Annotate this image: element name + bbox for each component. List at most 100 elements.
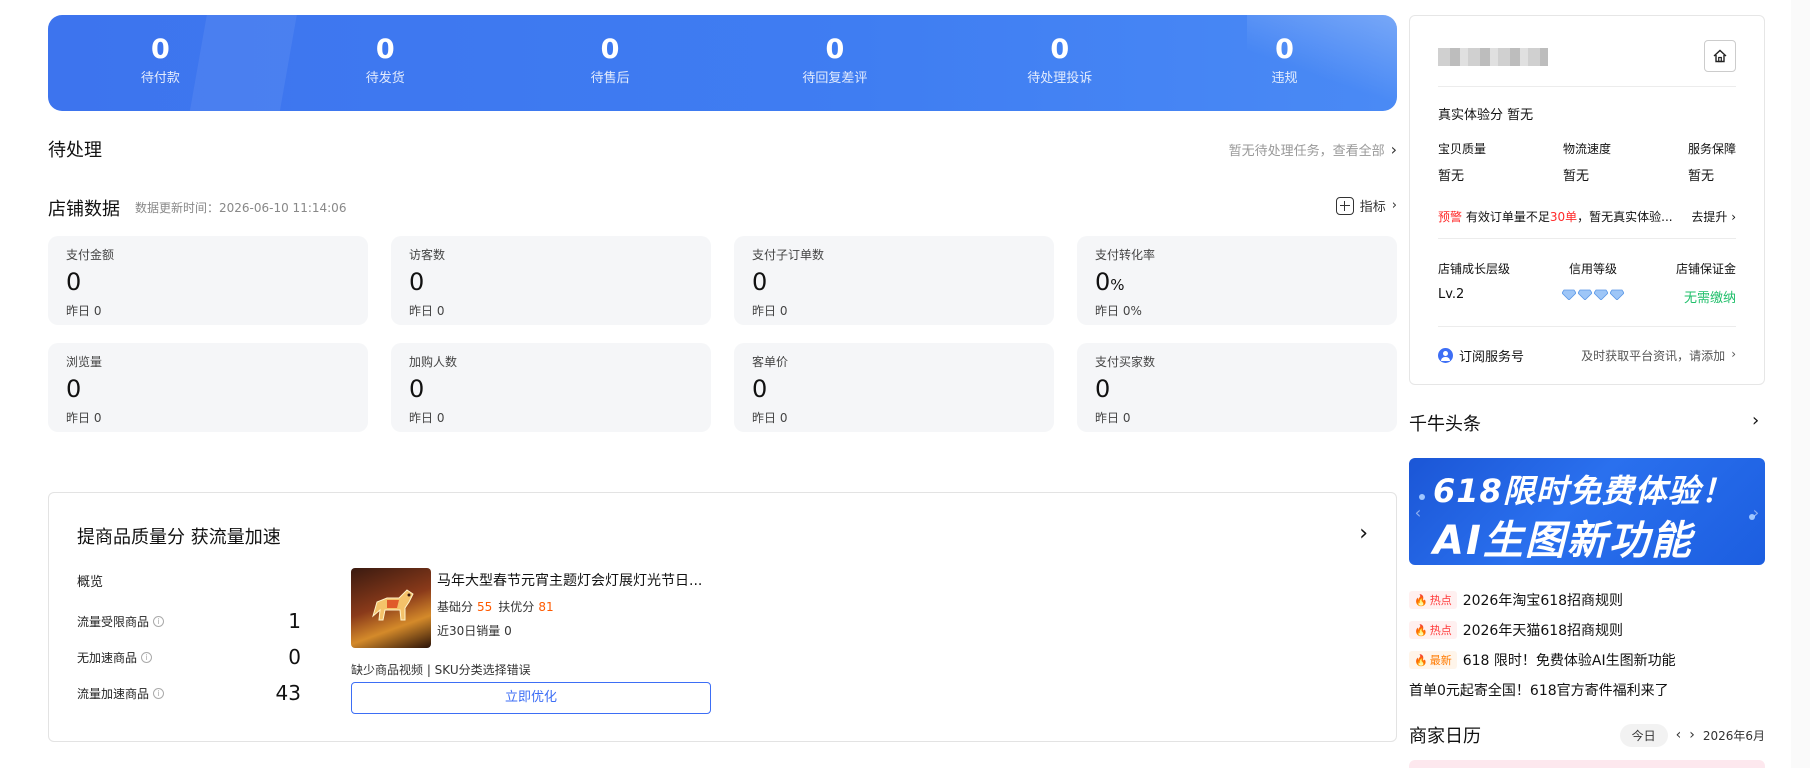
- product-thumbnail[interactable]: [351, 568, 431, 648]
- product-name[interactable]: 马年大型春节元宵主题灯会灯展灯光节日...: [437, 570, 737, 590]
- calendar-body-peek: [1409, 760, 1765, 768]
- quality-row-value: 1: [288, 609, 301, 633]
- quality-score-col: 宝贝质量 暂无: [1438, 140, 1486, 184]
- chevron-right-icon[interactable]: ›: [1749, 498, 1763, 528]
- level-label: 店铺成长层级: [1438, 262, 1511, 276]
- todo-view-all-link[interactable]: 暂无待处理任务，查看全部 ›: [1229, 140, 1397, 159]
- metric-unit: %: [1110, 276, 1125, 294]
- news-list: 🔥 热点 2026年淘宝618招商规则 🔥 热点 2026年天猫618招商规则 🔥 最…: [1409, 585, 1765, 705]
- level-label: 信用等级: [1568, 262, 1617, 276]
- metric-label: 支付金额: [66, 248, 115, 262]
- metric-label: 访客数: [409, 248, 446, 262]
- metric-card-page-views[interactable]: 浏览量 0 昨日 0: [48, 343, 368, 432]
- calendar-title: 商家日历: [1409, 726, 1481, 747]
- score-label: 宝贝质量: [1438, 142, 1487, 156]
- level-value: 无需缴纳: [1683, 291, 1736, 306]
- metric-yesterday: 昨日 0: [66, 304, 102, 318]
- shop-name-blurred: [1438, 48, 1548, 66]
- metric-card-avg-order-value[interactable]: 客单价 0 昨日 0: [734, 343, 1054, 432]
- stat-label: 待处理投诉: [1027, 71, 1093, 86]
- news-text: 2026年淘宝618招商规则: [1462, 593, 1624, 609]
- improve-label: 去提升: [1691, 210, 1728, 224]
- chevron-right-icon[interactable]: ›: [1359, 521, 1368, 546]
- metric-card-add-to-cart[interactable]: 加购人数 0 昨日 0: [391, 343, 711, 432]
- chevron-left-icon[interactable]: ‹: [1411, 498, 1425, 528]
- subscribe-service-row[interactable]: 订阅服务号 及时获取平台资讯，请添加 ›: [1438, 346, 1736, 365]
- quality-row-label: 无加速商品: [77, 650, 138, 665]
- news-item[interactable]: 🔥 热点 2026年淘宝618招商规则: [1409, 585, 1765, 615]
- warning-notice: 预警 有效订单量不足30单，暂无真实体验... 去提升 ›: [1438, 208, 1736, 225]
- news-item[interactable]: 🔥 最新 618 限时！免费体验AI生图新功能: [1409, 645, 1765, 675]
- news-banner[interactable]: ‹ › 618限时免费体验！ AI生图新功能: [1409, 458, 1765, 565]
- metric-card-conversion-rate[interactable]: 支付转化率 0% 昨日 0%: [1077, 236, 1397, 325]
- metric-value: 0: [1095, 375, 1111, 403]
- metric-yesterday: 昨日 0: [409, 411, 445, 425]
- support-score-label: 扶优分: [498, 600, 535, 614]
- metric-card-visitors[interactable]: 访客数 0 昨日 0: [391, 236, 711, 325]
- lantern-horse-image: [372, 589, 414, 621]
- growth-level[interactable]: 店铺成长层级 Lv.2: [1438, 260, 1510, 306]
- news-text: 首单0元起寄全国！618官方寄件福利来了: [1409, 683, 1669, 699]
- news-item[interactable]: 首单0元起寄全国！618官方寄件福利来了: [1409, 675, 1765, 705]
- deposit-level[interactable]: 店铺保证金 无需缴纳: [1676, 260, 1736, 306]
- optimize-now-button[interactable]: 立即优化: [351, 682, 711, 714]
- home-button[interactable]: [1704, 40, 1736, 72]
- stat-label: 待回复差评: [802, 71, 868, 86]
- metric-card-payment-amount[interactable]: 支付金额 0 昨日 0: [48, 236, 368, 325]
- product-issues: 缺少商品视频 | SKU分类选择错误: [351, 663, 531, 677]
- indicator-button[interactable]: 指标 ›: [1335, 196, 1397, 215]
- stat-label: 待发货: [365, 71, 405, 86]
- chevron-left-icon[interactable]: ‹: [1676, 727, 1682, 743]
- stat-violation[interactable]: 0 违规: [1172, 15, 1397, 111]
- news-text: 2026年天猫618招商规则: [1462, 623, 1624, 639]
- diamond-icon: [1578, 289, 1592, 300]
- page-scrollbar[interactable]: [1791, 0, 1810, 768]
- metric-yesterday: 昨日 0: [1095, 411, 1131, 425]
- info-icon[interactable]: i: [153, 615, 165, 627]
- info-icon[interactable]: i: [153, 687, 165, 699]
- today-button[interactable]: 今日: [1619, 723, 1668, 747]
- stat-value: 0: [825, 34, 845, 65]
- chevron-right-icon[interactable]: ›: [1689, 727, 1695, 743]
- stat-pending-shipment[interactable]: 0 待发货: [273, 15, 498, 111]
- indicator-label: 指标: [1359, 200, 1386, 215]
- chevron-right-icon[interactable]: ›: [1752, 410, 1759, 431]
- calendar-month: 2026年6月: [1702, 728, 1765, 743]
- news-title: 千牛头条: [1409, 414, 1481, 435]
- quality-score-card: 提商品质量分 获流量加速 › 概览 流量受限商品 i 1 无加速商品 i 0 流量加…: [48, 492, 1397, 742]
- base-score-label: 基础分: [437, 600, 474, 614]
- metric-value: 0: [409, 375, 425, 403]
- logistics-score-col: 物流速度 暂无: [1563, 140, 1611, 184]
- divider: [1438, 86, 1736, 87]
- info-icon[interactable]: i: [141, 651, 153, 663]
- improve-link[interactable]: 去提升 ›: [1691, 208, 1736, 225]
- page: 0 待付款 0 待发货 0 待售后 0 待回复差评 0 待处理投诉 0 违规 待…: [0, 0, 1810, 768]
- metric-card-paying-buyers[interactable]: 支付买家数 0 昨日 0: [1077, 343, 1397, 432]
- stat-pending-payment[interactable]: 0 待付款: [48, 15, 273, 111]
- metric-label: 加购人数: [409, 355, 458, 369]
- metric-value: 0: [409, 268, 425, 296]
- order-status-banner: 0 待付款 0 待发货 0 待售后 0 待回复差评 0 待处理投诉 0 违规: [48, 15, 1397, 111]
- stat-pending-reply-negative[interactable]: 0 待回复差评: [722, 15, 947, 111]
- stat-label: 待售后: [590, 71, 630, 86]
- quality-row-value: 43: [275, 681, 301, 705]
- stat-pending-aftersale[interactable]: 0 待售后: [498, 15, 723, 111]
- score-value: 暂无: [1438, 169, 1465, 184]
- level-value: Lv.2: [1438, 287, 1465, 302]
- metric-card-sub-orders[interactable]: 支付子订单数 0 昨日 0: [734, 236, 1054, 325]
- overview-label: 概览: [77, 575, 104, 590]
- quality-row-no-boost[interactable]: 无加速商品 i 0: [77, 645, 301, 669]
- stat-pending-complaint[interactable]: 0 待处理投诉: [947, 15, 1172, 111]
- credit-level[interactable]: 信用等级: [1562, 260, 1624, 306]
- shop-profile-panel: 真实体验分 暂无 宝贝质量 暂无 物流速度 暂无 服务保障 暂无 预警 有效订单量不足…: [1409, 15, 1765, 385]
- tag-label: 热点: [1429, 624, 1452, 637]
- quality-row-label: 流量受限商品: [77, 614, 150, 629]
- banner-line1: 618限时免费体验！: [1433, 472, 1734, 510]
- quality-row-limited[interactable]: 流量受限商品 i 1: [77, 609, 301, 633]
- score-value: 暂无: [1562, 169, 1589, 184]
- quality-row-value: 0: [288, 645, 301, 669]
- warning-text: 预警 有效订单量不足30单，暂无真实体验...: [1438, 208, 1673, 225]
- news-item[interactable]: 🔥 热点 2026年天猫618招商规则: [1409, 615, 1765, 645]
- support-score-value: 81: [538, 600, 554, 614]
- quality-row-boosted[interactable]: 流量加速商品 i 43: [77, 681, 301, 705]
